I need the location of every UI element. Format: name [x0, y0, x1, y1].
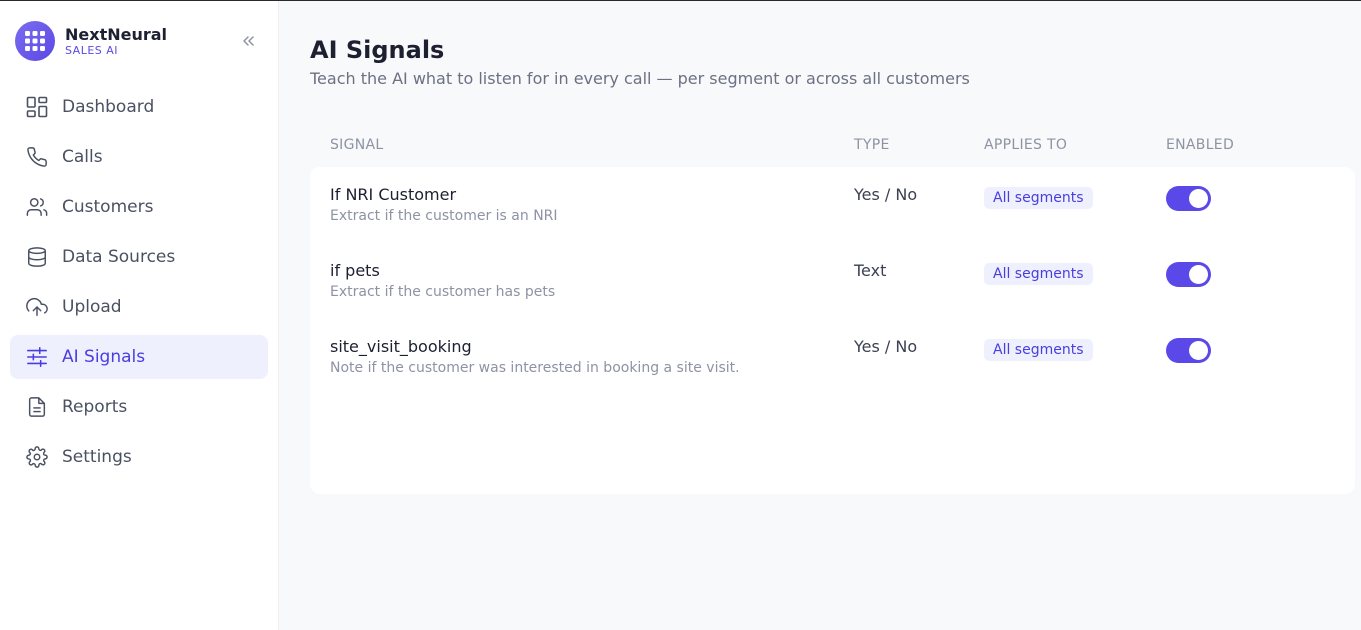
applies-to-badge: All segments — [984, 339, 1093, 361]
sidebar-item-dashboard[interactable]: Dashboard — [10, 85, 268, 129]
gear-icon — [25, 445, 49, 469]
brand-name: NextNeural — [65, 25, 168, 44]
applies-to-badge: All segments — [984, 263, 1093, 285]
sidebar-item-calls[interactable]: Calls — [10, 135, 268, 179]
sidebar-item-label: Customers — [62, 197, 154, 217]
toggle-knob — [1189, 265, 1208, 284]
toggle-knob — [1189, 189, 1208, 208]
column-header-type: TYPE — [854, 137, 890, 153]
sidebar-item-data-sources[interactable]: Data Sources — [10, 235, 268, 279]
brand: NextNeural SALES AI — [10, 1, 268, 81]
signal-description: Extract if the customer is an NRI — [330, 208, 558, 224]
signal-description: Note if the customer was interested in b… — [330, 360, 740, 376]
toggle-knob — [1189, 341, 1208, 360]
document-icon — [25, 395, 49, 419]
sidebar-nav: Dashboard Calls Customers Data Sources U… — [10, 85, 268, 479]
brand-subtitle: SALES AI — [65, 44, 119, 57]
signal-type: Yes / No — [854, 185, 918, 204]
collapse-sidebar-button[interactable] — [238, 31, 258, 51]
sidebar-item-reports[interactable]: Reports — [10, 385, 268, 429]
users-icon — [25, 195, 49, 219]
sidebar-item-customers[interactable]: Customers — [10, 185, 268, 229]
enabled-toggle[interactable] — [1166, 262, 1211, 287]
applies-to-badge: All segments — [984, 187, 1093, 209]
sidebar-item-label: Data Sources — [62, 247, 176, 267]
sliders-icon — [25, 345, 49, 369]
sidebar-item-label: Settings — [62, 447, 132, 467]
column-header-applies-to: APPLIES TO — [984, 137, 1068, 153]
sidebar-item-settings[interactable]: Settings — [10, 435, 268, 479]
signal-type: Text — [854, 261, 887, 280]
brand-logo-icon — [15, 21, 55, 61]
table-row[interactable]: if pets Extract if the customer has pets… — [310, 247, 1355, 323]
signal-description: Extract if the customer has pets — [330, 284, 556, 300]
table-row[interactable]: If NRI Customer Extract if the customer … — [310, 171, 1355, 247]
sidebar-item-label: Reports — [62, 397, 128, 417]
app-shell: NextNeural SALES AI Dashboard Calls Cust… — [0, 1, 1361, 630]
signal-name: if pets — [330, 261, 380, 280]
table-header: SIGNAL TYPE APPLIES TO ENABLED — [310, 123, 1355, 167]
sidebar-item-label: AI Signals — [62, 347, 146, 367]
sidebar-item-label: Dashboard — [62, 97, 155, 117]
column-header-enabled: ENABLED — [1166, 137, 1235, 153]
upload-cloud-icon — [25, 295, 49, 319]
sidebar: NextNeural SALES AI Dashboard Calls Cust… — [0, 1, 279, 630]
column-header-signal: SIGNAL — [330, 137, 384, 153]
signal-name: If NRI Customer — [330, 185, 457, 204]
signal-name: site_visit_booking — [330, 337, 472, 356]
dashboard-icon — [25, 95, 49, 119]
database-icon — [25, 245, 49, 269]
sidebar-item-label: Calls — [62, 147, 103, 167]
page-subtitle: Teach the AI what to listen for in every… — [310, 69, 970, 88]
signal-type: Yes / No — [854, 337, 918, 356]
page-title: AI Signals — [310, 36, 445, 64]
main-content: AI Signals Teach the AI what to listen f… — [279, 1, 1361, 630]
sidebar-item-label: Upload — [62, 297, 122, 317]
chevrons-left-icon — [243, 36, 254, 46]
phone-icon — [25, 145, 49, 169]
sidebar-item-upload[interactable]: Upload — [10, 285, 268, 329]
signals-table: If NRI Customer Extract if the customer … — [310, 167, 1355, 494]
table-row[interactable]: site_visit_booking Note if the customer … — [310, 323, 1355, 399]
enabled-toggle[interactable] — [1166, 338, 1211, 363]
enabled-toggle[interactable] — [1166, 186, 1211, 211]
sidebar-item-ai-signals[interactable]: AI Signals — [10, 335, 268, 379]
